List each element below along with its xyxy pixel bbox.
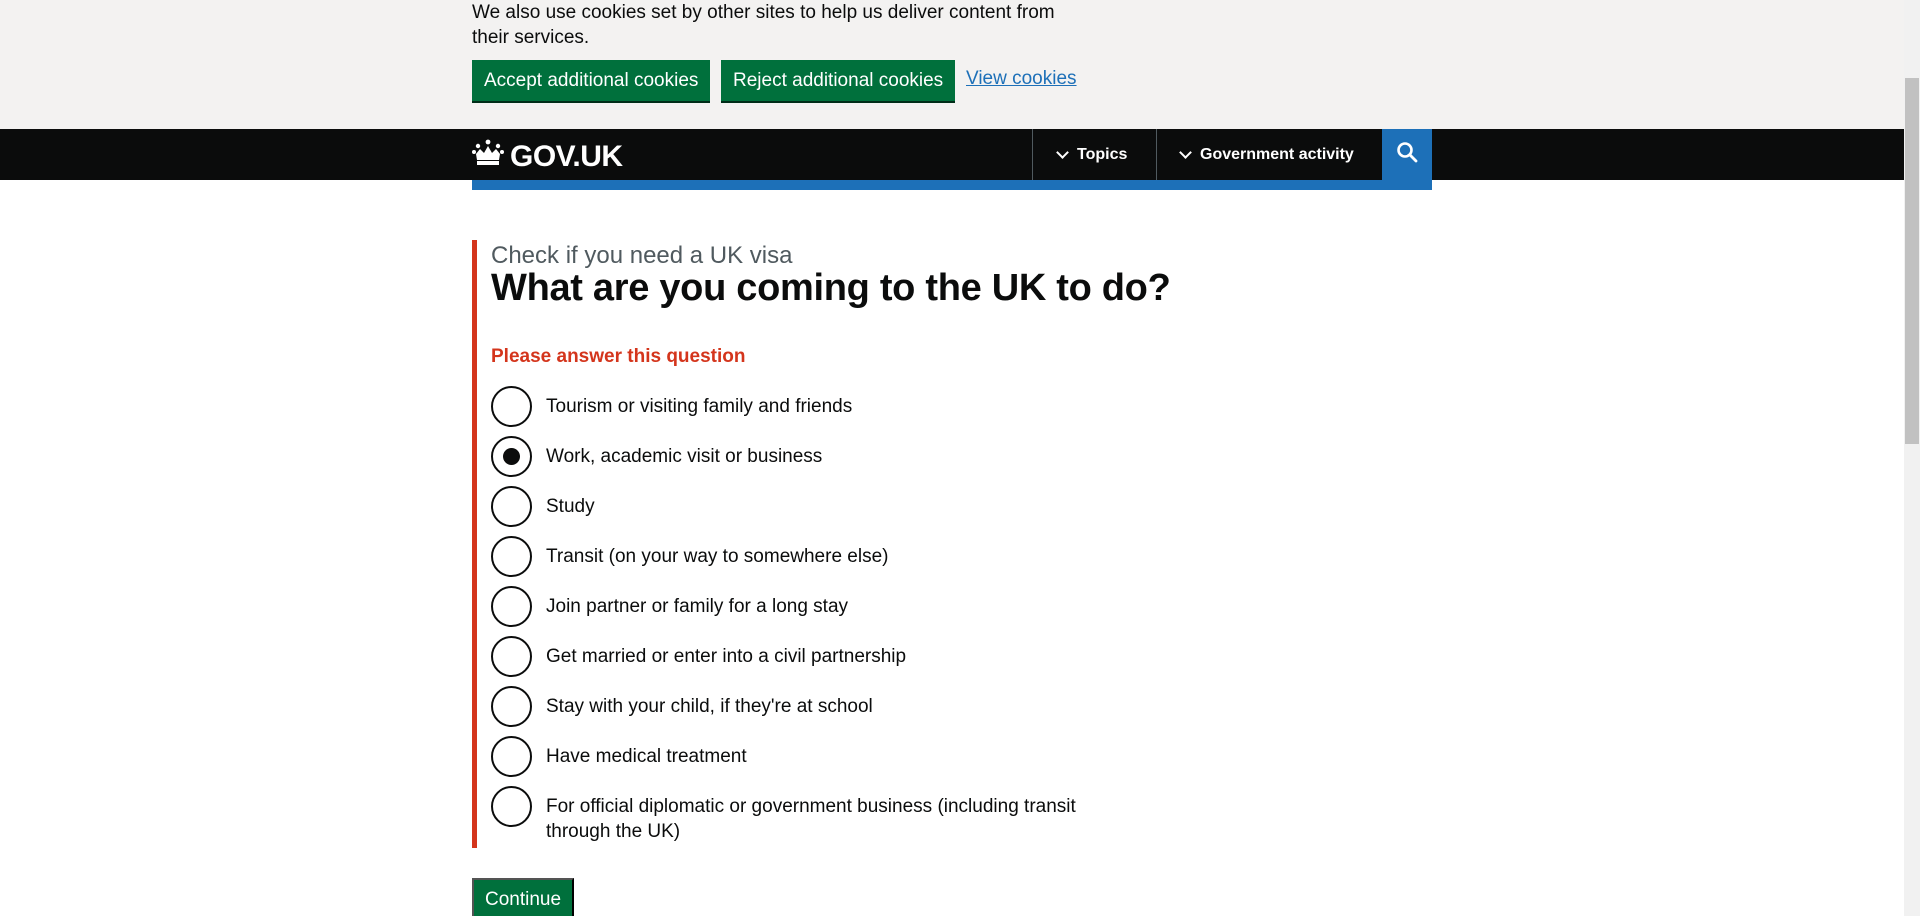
accept-cookies-button[interactable]: Accept additional cookies	[472, 60, 711, 101]
radio-button[interactable]	[491, 486, 532, 527]
continue-button[interactable]: Continue	[472, 878, 575, 916]
radio-button[interactable]	[491, 786, 532, 827]
radio-label: Get married or enter into a civil partne…	[546, 646, 907, 667]
radio-button[interactable]	[491, 436, 532, 477]
page-caption: Check if you need a UK visa	[491, 242, 793, 269]
radio-label: Transit (on your way to somewhere else)	[546, 546, 889, 567]
radio-label: Join partner or family for a long stay	[546, 596, 849, 617]
nav-topics-label: Topics	[1077, 145, 1128, 163]
radio-option-diplomatic[interactable]: For official diplomatic or government bu…	[491, 786, 1106, 844]
view-cookies-link[interactable]: View cookies	[966, 68, 1077, 90]
radio-label: Have medical treatment	[546, 746, 747, 767]
nav-government-activity-button[interactable]: Government activity	[1156, 129, 1382, 180]
radio-option-study[interactable]: Study	[491, 486, 1106, 527]
radio-option-medical[interactable]: Have medical treatment	[491, 736, 1106, 777]
radio-option-tourism[interactable]: Tourism or visiting family and friends	[491, 386, 1106, 427]
header-blue-bar	[472, 180, 1432, 190]
radio-button[interactable]	[491, 736, 532, 777]
error-message: Please answer this question	[491, 346, 746, 367]
nav-government-activity-label: Government activity	[1200, 145, 1354, 163]
radio-option-transit[interactable]: Transit (on your way to somewhere else)	[491, 536, 1106, 577]
radio-button[interactable]	[491, 536, 532, 577]
radio-button[interactable]	[491, 636, 532, 677]
radio-label: For official diplomatic or government bu…	[546, 796, 1076, 842]
search-button[interactable]	[1382, 129, 1432, 180]
page-title: What are you coming to the UK to do?	[491, 267, 1171, 309]
radio-button[interactable]	[491, 386, 532, 427]
radio-option-stay-with-child[interactable]: Stay with your child, if they're at scho…	[491, 686, 1106, 727]
crown-icon	[472, 139, 510, 175]
nav-topics-button[interactable]: Topics	[1032, 129, 1156, 180]
site-header: GOV.UK Topics Government activity	[0, 129, 1904, 180]
radio-option-work[interactable]: Work, academic visit or business	[491, 436, 1106, 477]
cookie-banner-text: We also use cookies set by other sites t…	[472, 2, 1055, 48]
search-icon	[1396, 141, 1418, 168]
radio-label: Tourism or visiting family and friends	[546, 396, 853, 417]
radio-label: Stay with your child, if they're at scho…	[546, 696, 873, 717]
reject-cookies-button[interactable]: Reject additional cookies	[721, 60, 956, 101]
scrollbar-thumb[interactable]	[1905, 78, 1919, 444]
cookie-banner: We also use cookies set by other sites t…	[0, 0, 1904, 129]
radio-label: Study	[546, 496, 595, 517]
logo-text: GOV.UK	[510, 140, 623, 173]
radio-label: Work, academic visit or business	[546, 446, 823, 467]
chevron-down-icon	[1179, 145, 1192, 159]
chevron-down-icon	[1056, 145, 1069, 159]
radio-button[interactable]	[491, 686, 532, 727]
radio-option-join-family[interactable]: Join partner or family for a long stay	[491, 586, 1106, 627]
radio-option-marriage[interactable]: Get married or enter into a civil partne…	[491, 636, 1106, 677]
govuk-logo-link[interactable]: GOV.UK	[472, 139, 623, 175]
radio-button[interactable]	[491, 586, 532, 627]
